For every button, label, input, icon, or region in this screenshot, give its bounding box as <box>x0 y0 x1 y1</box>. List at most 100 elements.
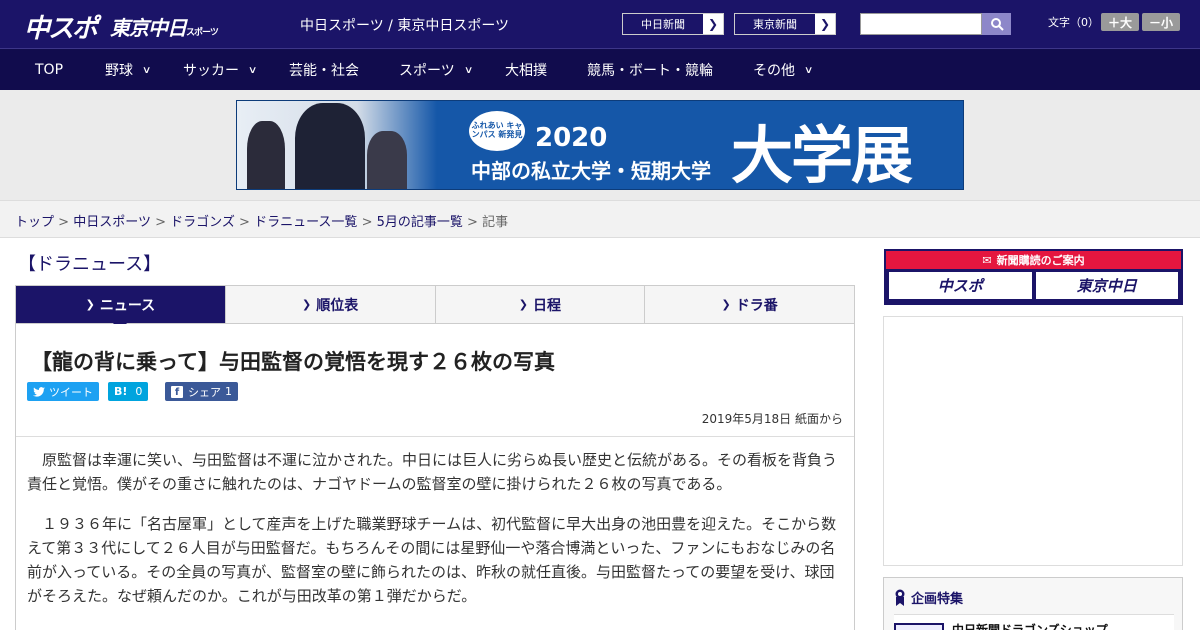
article-paragraph: １９３６年に「名古屋軍」として産声を上げた職業野球チームは、初代監督に早大出身の… <box>27 515 837 605</box>
banner-photo <box>237 101 437 189</box>
nav-item-top[interactable]: TOP <box>35 49 63 91</box>
chevron-down-icon: ∨ <box>803 64 814 76</box>
font-increase-button[interactable]: ＋大 <box>1101 13 1139 31</box>
breadcrumb-zone: トップ > 中日スポーツ > ドラゴンズ > ドラニュース一覧 > 5月の記事一… <box>0 200 1200 238</box>
banner-zone: ふれあい キャンパス 新発見 2020 中部の私立大学・短期大学 大学展 <box>0 90 1200 200</box>
nav-item-soccer[interactable]: サッカー ∨ <box>183 49 258 91</box>
nav-item-baseball[interactable]: 野球 ∨ <box>105 49 152 91</box>
breadcrumb-link-news-list[interactable]: ドラニュース一覧 <box>254 215 357 230</box>
tab-reporter[interactable]: ❯ ドラ番 <box>645 286 854 323</box>
tab-standings[interactable]: ❯ 順位表 <box>226 286 436 323</box>
main-nav: TOP 野球 ∨ サッカー ∨ 芸能・社会 スポーツ ∨ 大相撲 競馬・ボート・競輪 … <box>0 48 1200 90</box>
tab-schedule[interactable]: ❯ 日程 <box>436 286 646 323</box>
breadcrumb-link-may[interactable]: 5月の記事一覧 <box>377 215 463 230</box>
facebook-share-button[interactable]: f シェア 1 <box>165 382 238 401</box>
chevron-right-icon: ❯ <box>85 298 95 311</box>
search-button[interactable] <box>982 13 1011 35</box>
article-body: 原監督は幸運に笑い、与田監督は不運に泣かされた。中日には巨人に劣らぬ長い歴史と伝… <box>27 448 845 624</box>
nav-item-label: スポーツ <box>399 63 455 79</box>
subscription-header-label: 新聞購読のご案内 <box>996 254 1085 267</box>
nav-item-racing[interactable]: 競馬・ボート・競輪 <box>587 49 713 91</box>
facebook-share-label: シェア <box>188 385 221 399</box>
tab-label: 順位表 <box>316 297 359 314</box>
banner-badge: ふれあい キャンパス 新発見 <box>469 111 525 151</box>
chevron-right-icon: ❯ <box>721 298 731 311</box>
article: 【龍の背に乗って】与田監督の覚悟を現す２６枚の写真 ツイート B! 0 f シェ… <box>15 324 855 630</box>
search-input[interactable] <box>860 13 982 35</box>
breadcrumb-separator: > <box>467 215 478 230</box>
feature-item[interactable]: 中日新聞ドラゴンズショップ <box>894 614 1174 630</box>
nav-item-sumo[interactable]: 大相撲 <box>505 49 547 91</box>
hatena-count: 0 <box>135 385 143 398</box>
feature-thumbnail <box>894 623 944 630</box>
chevron-right-icon: ❯ <box>518 298 528 311</box>
font-decrease-button[interactable]: －小 <box>1142 13 1180 31</box>
font-size-label: 文字（0） <box>1048 16 1099 29</box>
nav-item-label: その他 <box>753 63 795 79</box>
tokyo-shimbun-link[interactable]: 東京新聞 ❯ <box>734 13 836 35</box>
tokyo-chunichi-logo-text: 東京中日 <box>110 16 187 40</box>
breadcrumb-current: 記事 <box>482 215 509 230</box>
university-fair-banner[interactable]: ふれあい キャンパス 新発見 2020 中部の私立大学・短期大学 大学展 <box>236 100 964 190</box>
person-image <box>247 121 285 189</box>
feature-box: 企画特集 中日新聞ドラゴンズショップ <box>883 577 1183 630</box>
nav-item-label: TOP <box>35 62 64 78</box>
tab-label: ドラ番 <box>735 297 778 314</box>
breadcrumb: トップ > 中日スポーツ > ドラゴンズ > ドラニュース一覧 > 5月の記事一… <box>15 211 508 230</box>
search-icon <box>990 18 1004 31</box>
top-header: 中スポ 東京中日スポーツ 中日スポーツ / 東京中日スポーツ 中日新聞 ❯ 東京… <box>0 0 1200 48</box>
sidebar-ad[interactable] <box>883 316 1183 566</box>
nav-item-label: 芸能・社会 <box>289 63 359 79</box>
news-tabs: ❯ ニュース ❯ 順位表 ❯ 日程 ❯ ドラ番 <box>15 285 855 331</box>
section-title: 【ドラニュース】 <box>18 254 162 275</box>
chunichi-shimbun-label: 中日新聞 <box>623 14 703 34</box>
chevron-right-icon: ❯ <box>703 14 723 34</box>
nav-item-entertainment[interactable]: 芸能・社会 <box>289 49 359 91</box>
hatena-bookmark-button[interactable]: B! 0 <box>108 382 149 401</box>
subscription-header: ✉ 新聞購読のご案内 <box>886 251 1181 269</box>
person-image <box>295 103 365 189</box>
banner-subtitle: 中部の私立大学・短期大学 <box>471 159 711 183</box>
feature-item-label: 中日新聞ドラゴンズショップ <box>952 623 1108 630</box>
tweet-button[interactable]: ツイート <box>27 382 99 401</box>
chevron-down-icon: ∨ <box>463 64 474 76</box>
subscription-box[interactable]: ✉ 新聞購読のご案内 中スポ 東京中日 <box>884 249 1183 305</box>
tokyo-shimbun-label: 東京新聞 <box>735 14 815 34</box>
chevron-down-icon: ∨ <box>141 64 152 76</box>
facebook-icon: f <box>171 385 183 398</box>
tab-label: ニュース <box>99 297 156 314</box>
chuspo-subscribe-logo[interactable]: 中スポ <box>889 272 1032 299</box>
nav-item-label: 競馬・ボート・競輪 <box>587 63 713 79</box>
breadcrumb-separator: > <box>361 215 373 230</box>
facebook-share-count: 1 <box>225 385 232 398</box>
article-date: 2019年5月18日 紙面から <box>701 412 843 426</box>
article-headline: 【龍の背に乗って】与田監督の覚悟を現す２６枚の写真 <box>31 350 555 374</box>
site-caption: 中日スポーツ / 東京中日スポーツ <box>300 18 510 34</box>
chevron-right-icon: ❯ <box>815 14 835 34</box>
nav-item-label: 野球 <box>105 63 133 79</box>
breadcrumb-separator: > <box>58 215 70 230</box>
chunichi-shimbun-link[interactable]: 中日新聞 ❯ <box>622 13 724 35</box>
banner-headline: 大学展 <box>731 119 913 190</box>
nav-item-sports[interactable]: スポーツ ∨ <box>399 49 474 91</box>
tokyo-chunichi-logo-small: スポーツ <box>186 28 219 38</box>
breadcrumb-link-chuspo[interactable]: 中日スポーツ <box>73 215 151 230</box>
article-paragraph: 原監督は幸運に笑い、与田監督は不運に泣かされた。中日には巨人に劣らぬ長い歴史と伝… <box>27 451 838 493</box>
chevron-right-icon: ❯ <box>302 298 312 311</box>
breadcrumb-link-dragons[interactable]: ドラゴンズ <box>170 215 235 230</box>
ribbon-icon <box>895 589 905 606</box>
hatena-icon: B! <box>114 385 128 398</box>
tokyo-chunichi-logo[interactable]: 東京中日スポーツ <box>110 12 219 41</box>
twitter-icon <box>33 386 45 397</box>
nav-item-others[interactable]: その他 ∨ <box>753 49 814 91</box>
article-divider <box>16 436 854 437</box>
chevron-down-icon: ∨ <box>247 64 258 76</box>
nav-item-label: 大相撲 <box>505 63 547 79</box>
tab-news[interactable]: ❯ ニュース <box>16 286 226 331</box>
breadcrumb-link-top[interactable]: トップ <box>15 215 54 230</box>
chuspo-logo[interactable]: 中スポ <box>24 8 98 45</box>
tab-label: 日程 <box>532 297 561 314</box>
tweet-label: ツイート <box>49 385 93 399</box>
tokyo-chunichi-subscribe-logo[interactable]: 東京中日 <box>1035 272 1178 299</box>
subscription-logos: 中スポ 東京中日 <box>886 269 1181 302</box>
